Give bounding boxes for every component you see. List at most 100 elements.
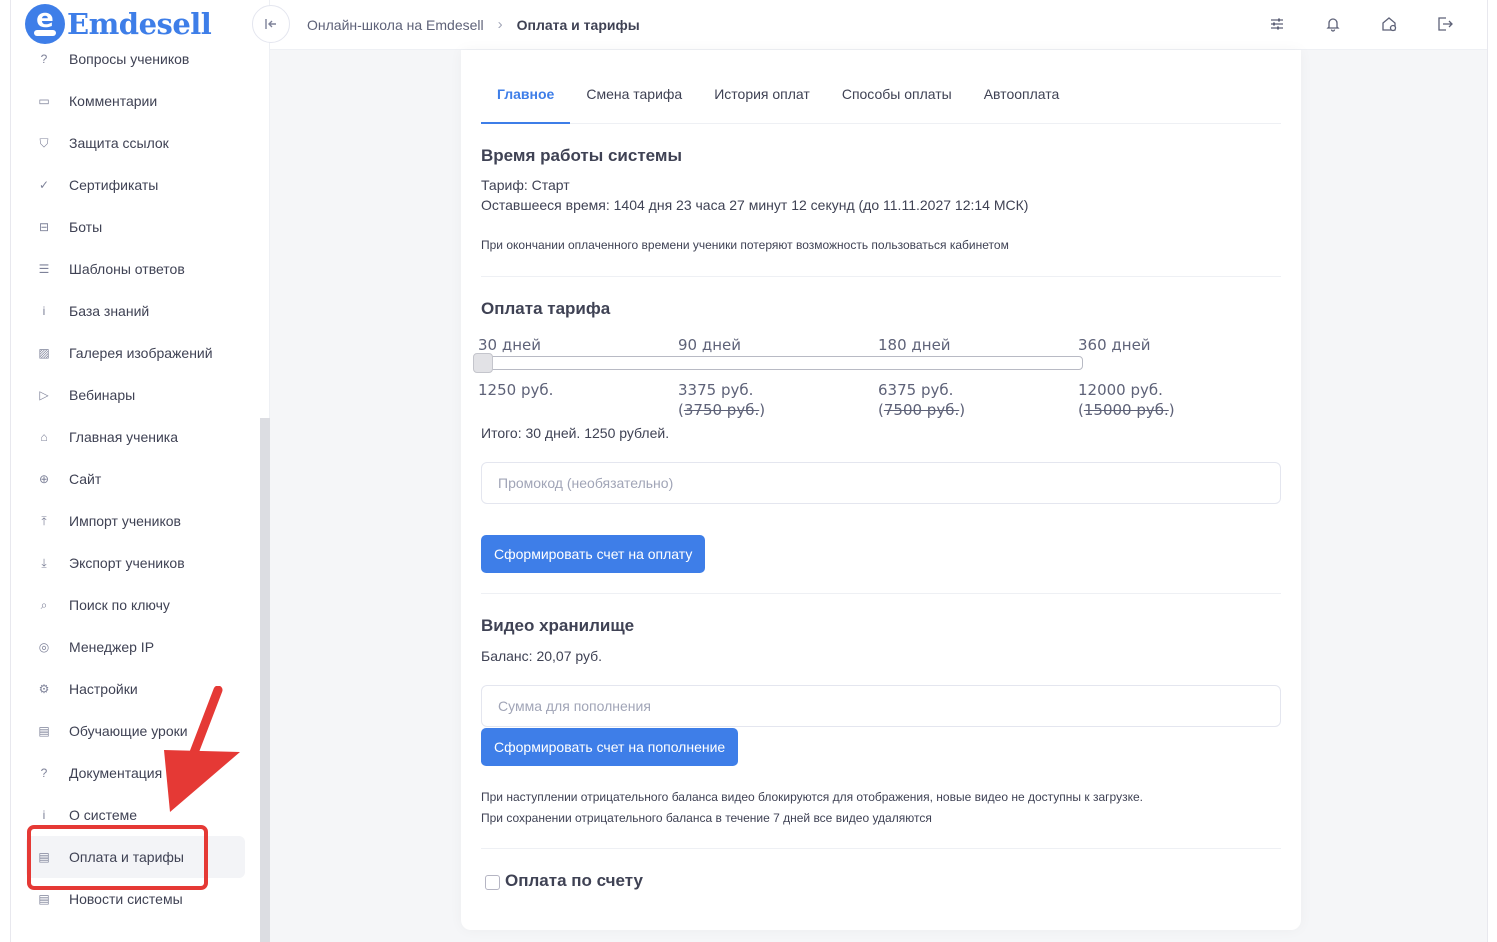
sidebar-item[interactable]: ⤓ Экспорт учеников <box>26 542 245 584</box>
tab-change-tariff[interactable]: Смена тарифа <box>570 74 698 124</box>
breadcrumb: Онлайн-школа на Emdesell › Оплата и тари… <box>307 16 640 33</box>
sidebar-item[interactable]: i База знаний <box>26 290 245 332</box>
target-icon: ◎ <box>38 640 50 654</box>
question-circle-icon: ? <box>40 52 48 66</box>
divider <box>481 276 1281 277</box>
sidebar-item-label: Вебинары <box>69 387 136 403</box>
sidebar-item[interactable]: ▷ Вебинары <box>26 374 245 416</box>
info-square-icon: i <box>42 808 46 822</box>
period-label: 90 дней <box>678 336 742 354</box>
newspaper-icon: ▤ <box>38 892 50 906</box>
promo-code-input[interactable]: Промокод (необязательно) <box>481 462 1281 504</box>
sidebar-item-label: Главная ученика <box>69 429 179 445</box>
sidebar-item[interactable]: ⊟ Боты <box>26 206 245 248</box>
sidebar-item-label: Настройки <box>69 681 138 697</box>
sidebar-item[interactable]: ⌂ Главная ученика <box>26 416 245 458</box>
sidebar-item-label: Сайт <box>69 471 102 487</box>
sidebar-item[interactable]: ? Вопросы учеников <box>26 38 245 80</box>
video-storage-title: Видео хранилище <box>481 616 635 635</box>
sidebar-item[interactable]: ⛉ Защита ссылок <box>26 122 245 164</box>
tab-payment-methods[interactable]: Способы оплаты <box>826 74 968 124</box>
window-left-edge <box>0 0 11 942</box>
gear-icon: ⚙ <box>38 682 50 696</box>
video-note-2: При сохранении отрицательного баланса в … <box>481 811 932 825</box>
remaining-time-text: Оставшееся время: 1404 дня 23 часа 27 ми… <box>481 197 1029 213</box>
help-square-icon: ? <box>40 766 48 780</box>
period-price: 1250 руб. <box>478 381 554 399</box>
create-invoice-button[interactable]: Сформировать счет на оплату <box>481 535 706 573</box>
uptime-note: При окончании оплаченного времени ученик… <box>481 238 1009 252</box>
tab-payment-history[interactable]: История оплат <box>698 74 826 124</box>
sidebar-item[interactable]: ◎ Менеджер IP <box>26 626 245 668</box>
sidebar-item-label: Новости системы <box>69 891 183 907</box>
sidebar-item[interactable]: ⊕ Сайт <box>26 458 245 500</box>
sidebar-item-label: Импорт учеников <box>69 513 181 529</box>
annotation-arrow-icon <box>164 686 240 812</box>
collapse-arrow-icon <box>265 19 276 29</box>
period-label: 30 дней <box>478 336 542 354</box>
divider <box>481 593 1281 594</box>
sidebar-item-label: Боты <box>69 219 103 235</box>
window-right-edge <box>1487 0 1497 942</box>
tab-main[interactable]: Главное <box>481 74 571 124</box>
invoice-payment-label[interactable]: Оплата по счету <box>505 871 643 891</box>
period-old-price: (7500 руб.) <box>878 401 966 419</box>
sidebar-item-label: Комментарии <box>69 93 158 109</box>
comment-icon: ▭ <box>38 94 50 108</box>
period-price: 12000 руб. <box>1078 381 1163 399</box>
sidebar-item-label: Документация <box>69 765 163 781</box>
robot-icon: ⊟ <box>38 220 50 234</box>
period-slider-track[interactable] <box>477 356 1083 370</box>
bell-icon[interactable] <box>1323 14 1343 34</box>
image-icon: ▨ <box>38 346 50 360</box>
globe-icon: ⊕ <box>38 472 50 486</box>
collapse-sidebar-button[interactable] <box>252 5 290 43</box>
info-circle-icon: i <box>42 304 46 318</box>
breadcrumb-current: Оплата и тарифы <box>516 16 640 33</box>
invoice-payment-checkbox[interactable] <box>485 875 500 890</box>
period-slider-thumb[interactable] <box>473 353 493 373</box>
payment-title: Оплата тарифа <box>481 299 611 318</box>
list-icon: ☰ <box>38 262 50 276</box>
upload-icon: ⤒ <box>41 513 47 528</box>
topup-amount-input[interactable]: Сумма для пополнения <box>481 685 1281 727</box>
annotation-highlight-box <box>27 825 208 890</box>
sidebar-item-label: Экспорт учеников <box>69 555 185 571</box>
period-label: 360 дней <box>1078 336 1151 354</box>
sidebar-item-label: Вопросы учеников <box>69 51 190 67</box>
period-old-price: (15000 руб.) <box>1078 401 1175 419</box>
sidebar-item[interactable]: ⌕ Поиск по ключу <box>26 584 245 626</box>
billing-card: Главное Смена тарифа История оплат Спосо… <box>461 50 1301 930</box>
sidebar-scrollbar[interactable] <box>260 418 270 942</box>
play-icon: ▷ <box>39 388 49 402</box>
sidebar-item[interactable]: ⤒ Импорт учеников <box>26 500 245 542</box>
tariff-text: Тариф: Старт <box>481 177 570 193</box>
period-label: 180 дней <box>878 336 951 354</box>
search-icon: ⌕ <box>40 597 48 612</box>
period-old-price: (3750 руб.) <box>678 401 766 419</box>
video-balance-text: Баланс: 20,07 руб. <box>481 648 603 664</box>
sidebar-item-label: Поиск по ключу <box>69 597 170 613</box>
tab-autopay[interactable]: Автооплата <box>968 74 1076 124</box>
sidebar-item-label: Шаблоны ответов <box>69 261 185 277</box>
sidebar-item-label: База знаний <box>69 303 150 319</box>
home-settings-icon[interactable] <box>1379 14 1399 34</box>
home-icon: ⌂ <box>40 430 48 444</box>
film-icon: ▤ <box>38 724 50 738</box>
video-note-1: При наступлении отрицательного баланса в… <box>481 790 1143 804</box>
download-icon: ⤓ <box>41 555 47 570</box>
sidebar-item-label: Галерея изображений <box>69 345 213 361</box>
sidebar-item[interactable]: ▭ Комментарии <box>26 80 245 122</box>
tabs: Главное Смена тарифа История оплат Спосо… <box>481 74 1281 124</box>
sidebar-item[interactable]: ☰ Шаблоны ответов <box>26 248 245 290</box>
sidebar-item[interactable]: ▨ Галерея изображений <box>26 332 245 374</box>
logout-icon[interactable] <box>1435 14 1455 34</box>
sidebar-item-label: Сертификаты <box>69 177 159 193</box>
sidebar-item[interactable]: ✓ Сертификаты <box>26 164 245 206</box>
shield-icon: ⛉ <box>39 135 49 150</box>
total-text: Итого: 30 дней. 1250 рублей. <box>481 425 670 441</box>
uptime-title: Время работы системы <box>481 146 682 165</box>
breadcrumb-parent[interactable]: Онлайн-школа на Emdesell <box>307 17 484 33</box>
create-topup-invoice-button[interactable]: Сформировать счет на пополнение <box>481 728 739 766</box>
sliders-icon[interactable] <box>1267 14 1287 34</box>
